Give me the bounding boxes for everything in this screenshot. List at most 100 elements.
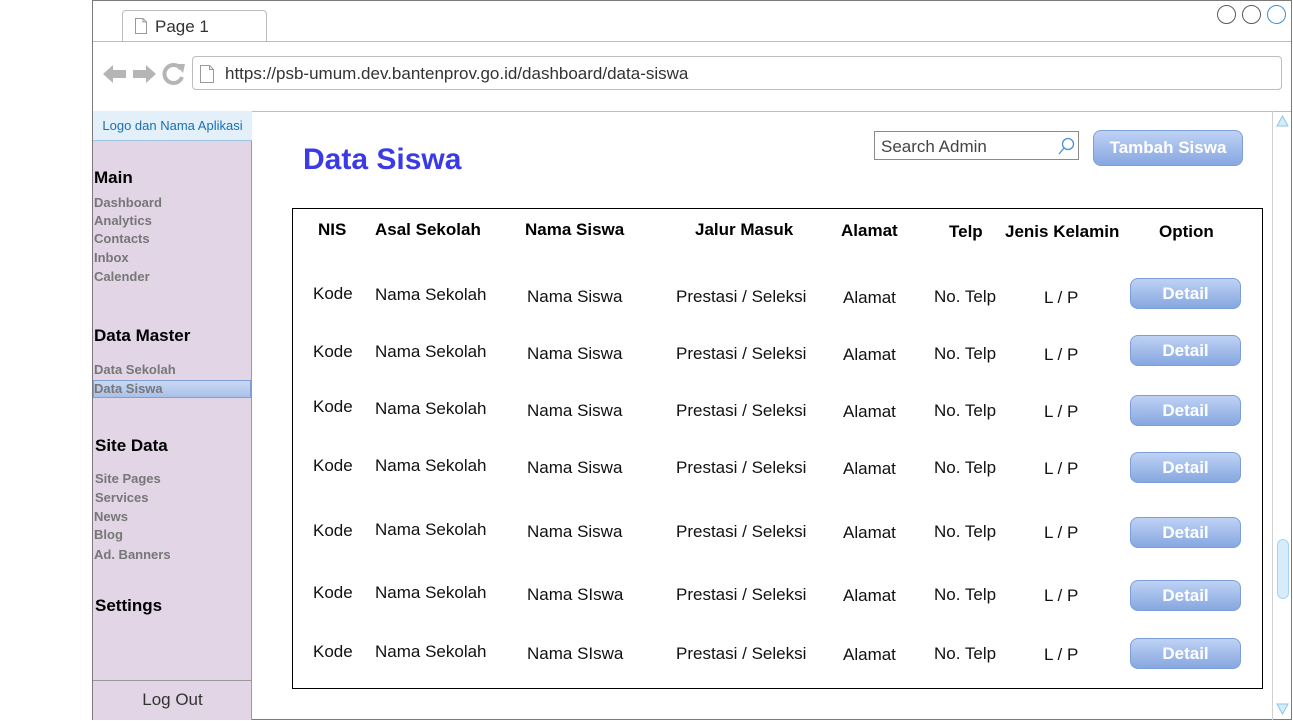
detail-button[interactable]: Detail [1130,452,1241,483]
student-table [292,208,1263,689]
window-control-minimize[interactable] [1217,5,1236,24]
cell-nama-siswa: Nama Siswa [527,522,623,541]
detail-button[interactable]: Detail [1130,517,1241,548]
detail-button[interactable]: Detail [1130,335,1241,366]
cell-nama-siswa: Nama SIswa [527,644,624,663]
cell-alamat: Alamat [843,459,896,478]
sidebar-item-site-pages[interactable]: Site Pages [95,471,161,486]
cell-asal-sekolah: Nama Sekolah [375,285,487,304]
window-control-close[interactable] [1267,5,1286,24]
page-title: Data Siswa [303,143,462,176]
scroll-down-arrow-icon[interactable] [1276,703,1289,715]
cell-telp: No. Telp [934,522,997,541]
vertical-scrollbar[interactable] [1272,111,1292,720]
sidebar-section-main: Main [94,168,133,187]
cell-nama-siswa: Nama SIswa [527,585,624,604]
document-icon [135,18,147,34]
forward-arrow-icon[interactable] [131,62,157,86]
cell-nama-siswa: Nama Siswa [527,287,623,306]
logout-button[interactable]: Log Out [93,680,252,720]
cell-telp: No. Telp [934,401,997,420]
scroll-up-arrow-icon[interactable] [1276,115,1289,127]
browser-tab[interactable]: Page 1 [122,10,267,41]
sidebar-item-data-sekolah[interactable]: Data Sekolah [94,362,176,377]
cell-alamat: Alamat [843,523,896,542]
sidebar-item-inbox[interactable]: Inbox [94,250,129,265]
scrollbar-thumb[interactable] [1277,539,1289,599]
sidebar-item-news[interactable]: News [94,509,128,524]
cell-nama-siswa: Nama Siswa [527,344,623,363]
reload-icon[interactable] [162,62,186,86]
cell-asal-sekolah: Nama Sekolah [375,399,487,418]
column-header-telp: Telp [949,222,983,241]
cell-jenis-kelamin: L / P [1044,288,1079,307]
cell-asal-sekolah: Nama Sekolah [375,642,487,661]
column-header-nis: NIS [318,220,347,239]
back-arrow-icon[interactable] [102,62,128,86]
sidebar-item-analytics[interactable]: Analytics [94,213,152,228]
sidebar-item-calender[interactable]: Calender [94,269,150,284]
cell-alamat: Alamat [843,402,896,421]
column-header-jenis-kelamin: Jenis Kelamin [1005,222,1120,241]
cell-nis: Kode [313,342,353,361]
cell-jalur-masuk: Prestasi / Seleksi [676,287,807,306]
cell-jenis-kelamin: L / P [1044,645,1079,664]
cell-telp: No. Telp [934,644,997,663]
cell-jenis-kelamin: L / P [1044,402,1079,421]
cell-asal-sekolah: Nama Sekolah [375,520,487,539]
cell-telp: No. Telp [934,458,997,477]
add-student-button[interactable]: Tambah Siswa [1093,130,1243,166]
column-header-asal-sekolah: Asal Sekolah [375,220,481,239]
sidebar-item-contacts[interactable]: Contacts [94,231,150,246]
cell-jenis-kelamin: L / P [1044,523,1079,542]
column-header-alamat: Alamat [841,221,898,240]
detail-button[interactable]: Detail [1130,278,1241,309]
column-header-jalur-masuk: Jalur Masuk [695,220,794,239]
search-icon[interactable] [1058,137,1075,155]
cell-jenis-kelamin: L / P [1044,586,1079,605]
column-header-option: Option [1159,222,1214,241]
tab-label: Page 1 [155,17,209,36]
cell-asal-sekolah: Nama Sekolah [375,456,487,475]
cell-jalur-masuk: Prestasi / Seleksi [676,458,807,477]
sidebar-item-dashboard[interactable]: Dashboard [94,195,162,210]
sidebar-section-settings[interactable]: Settings [95,596,162,616]
sidebar-item-services[interactable]: Services [95,490,149,505]
window-control-maximize[interactable] [1242,5,1261,24]
sidebar-item-blog[interactable]: Blog [94,527,123,542]
cell-nis: Kode [313,521,353,540]
column-header-nama-siswa: Nama Siswa [525,220,625,239]
sidebar-item-data-siswa[interactable]: Data Siswa [94,381,163,396]
sidebar-section-data-master: Data Master [94,326,191,345]
cell-jalur-masuk: Prestasi / Seleksi [676,522,807,541]
detail-button[interactable]: Detail [1130,395,1241,426]
cell-telp: No. Telp [934,344,997,363]
cell-nama-siswa: Nama Siswa [527,401,623,420]
cell-jenis-kelamin: L / P [1044,345,1079,364]
cell-telp: No. Telp [934,585,997,604]
search-input[interactable]: Search Admin [874,131,1079,160]
cell-jalur-masuk: Prestasi / Seleksi [676,585,807,604]
cell-asal-sekolah: Nama Sekolah [375,583,487,602]
cell-nis: Kode [313,284,353,303]
cell-nis: Kode [313,456,353,475]
sidebar-item-ad-banners[interactable]: Ad. Banners [94,547,171,562]
cell-alamat: Alamat [843,645,896,664]
address-bar[interactable]: https://psb-umum.dev.bantenprov.go.id/da… [192,56,1282,90]
cell-nis: Kode [313,642,353,661]
cell-jalur-masuk: Prestasi / Seleksi [676,344,807,363]
cell-jalur-masuk: Prestasi / Seleksi [676,644,807,663]
app-logo[interactable]: Logo dan Nama Aplikasi [93,111,252,141]
cell-asal-sekolah: Nama Sekolah [375,342,487,361]
cell-nis: Kode [313,397,353,416]
page-icon [200,65,214,83]
sidebar-section-site-data: Site Data [95,436,168,455]
cell-nis: Kode [313,583,353,602]
tab-bar [93,1,1291,42]
search-placeholder: Search Admin [881,137,987,156]
cell-alamat: Alamat [843,288,896,307]
sidebar: Logo dan Nama Aplikasi Main Dashboard An… [93,111,252,720]
detail-button[interactable]: Detail [1130,638,1241,669]
detail-button[interactable]: Detail [1130,580,1241,611]
cell-jenis-kelamin: L / P [1044,459,1079,478]
